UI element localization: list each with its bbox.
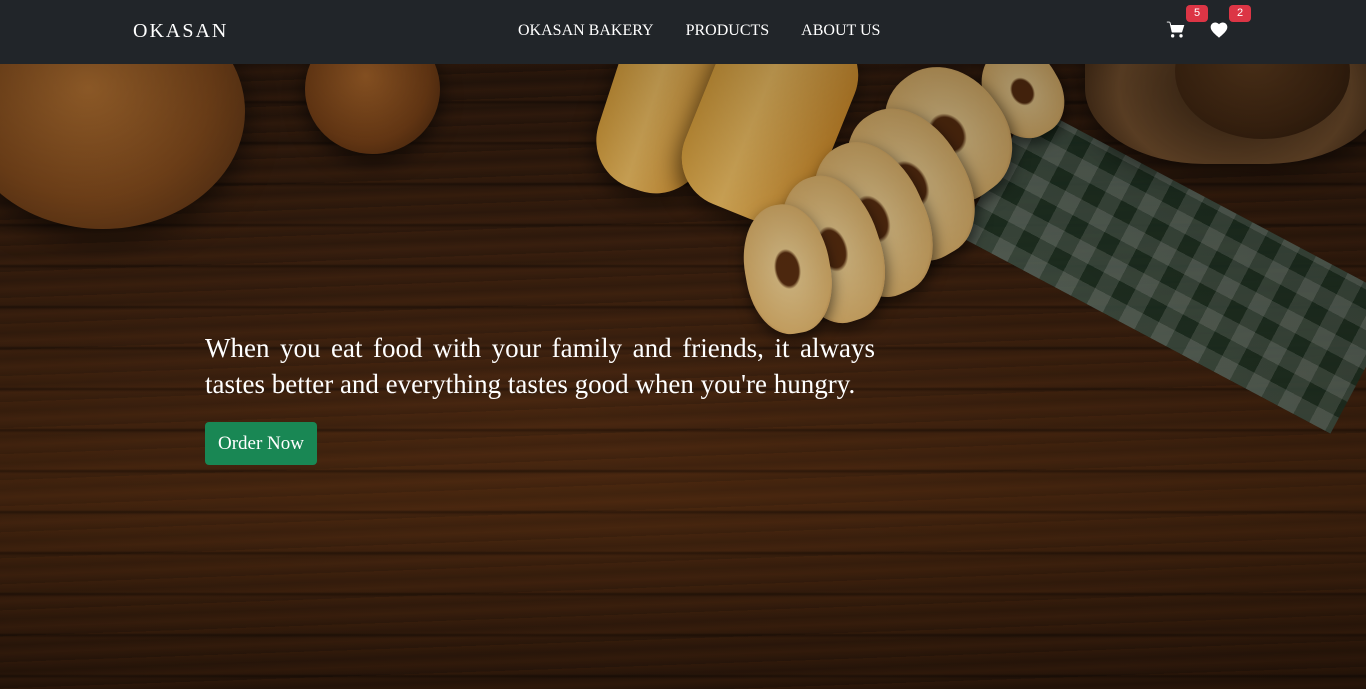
order-now-button[interactable]: Order Now [205, 422, 318, 465]
wishlist-count-badge: 2 [1229, 5, 1251, 22]
hero-content: When you eat food with your family and f… [205, 330, 875, 465]
nav-links: OKASAN BAKERY PRODUCTS ABOUT US [502, 22, 896, 40]
navbar: OKASAN OKASAN BAKERY PRODUCTS ABOUT US 5… [0, 0, 1366, 64]
heart-icon [1210, 22, 1228, 38]
cart-icon [1166, 21, 1185, 38]
nav-link-products[interactable]: PRODUCTS [670, 22, 786, 40]
brand-logo[interactable]: OKASAN [133, 20, 228, 43]
nav-icons: 5 2 [1166, 5, 1266, 46]
cart-count-badge: 5 [1186, 5, 1208, 22]
wishlist-button[interactable]: 2 [1209, 5, 1251, 42]
hero-quote: When you eat food with your family and f… [205, 333, 875, 399]
cart-button[interactable]: 5 [1166, 5, 1208, 42]
nav-link-okasan-bakery[interactable]: OKASAN BAKERY [502, 22, 670, 40]
nav-link-about-us[interactable]: ABOUT US [785, 22, 896, 40]
